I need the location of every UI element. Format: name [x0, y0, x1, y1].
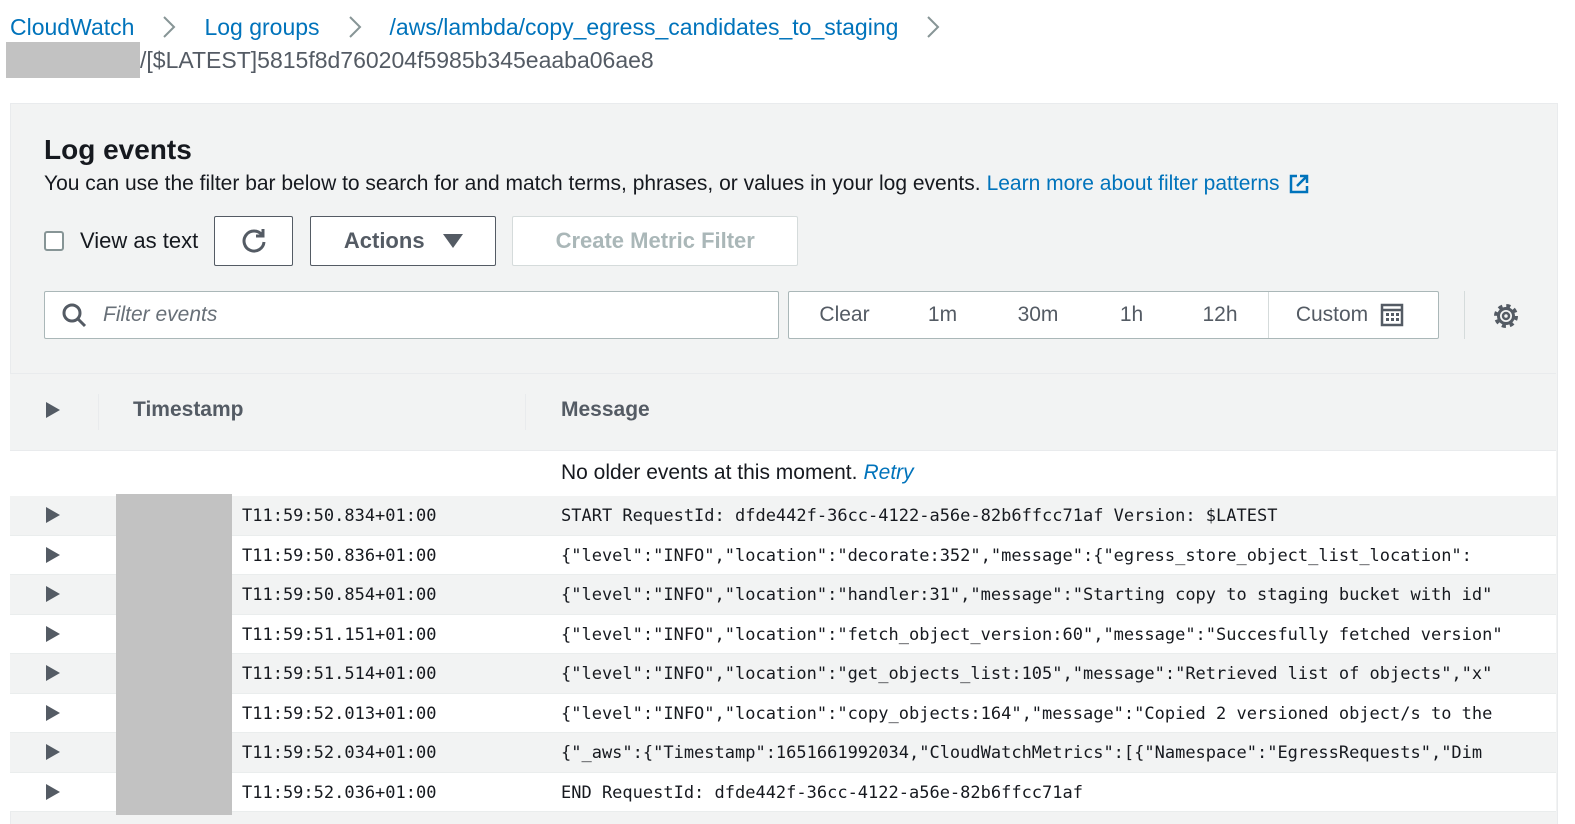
expand-row-icon[interactable]	[46, 665, 60, 681]
chevron-right-icon	[340, 12, 370, 42]
table-row[interactable]: T11:59:50.854+01:00 {"level":"INFO","loc…	[10, 575, 1556, 615]
row-message: {"level":"INFO","location":"fetch_object…	[561, 624, 1503, 645]
no-older-events-row: No older events at this moment. Retry	[10, 451, 1556, 496]
range-1m-button[interactable]: 1m	[900, 292, 985, 338]
expand-row-icon[interactable]	[46, 586, 60, 602]
range-clear-button[interactable]: Clear	[789, 292, 900, 338]
row-timestamp: T11:59:50.836+01:00	[242, 545, 437, 566]
row-message: START RequestId: dfde442f-36cc-4122-a56e…	[561, 506, 1278, 526]
row-timestamp: T11:59:50.854+01:00	[242, 585, 437, 605]
expand-row-icon[interactable]	[46, 625, 60, 642]
table-row[interactable]: T11:59:52.036+01:00 END RequestId: dfde4…	[10, 772, 1556, 812]
actions-button[interactable]: Actions	[310, 216, 497, 266]
table-row[interactable]: T11:59:50.834+01:00 START RequestId: dfd…	[10, 496, 1556, 536]
breadcrumb-log-group-link[interactable]: /aws/lambda/copy_egress_candidates_to_st…	[390, 14, 899, 41]
log-stream-name: /[$LATEST]5815f8d760204f5985b345eaaba06a…	[140, 46, 654, 73]
row-timestamp: T11:59:52.013+01:00	[242, 703, 437, 724]
time-range-selector: Clear 1m 30m 1h 12h Custom	[788, 291, 1439, 339]
row-message: {"level":"INFO","location":"get_objects_…	[561, 664, 1493, 684]
expand-row-icon[interactable]	[46, 507, 60, 523]
row-message: {"level":"INFO","location":"copy_objects…	[561, 703, 1493, 724]
expand-all-icon[interactable]	[46, 402, 60, 418]
table-row[interactable]: T11:59:50.836+01:00 {"level":"INFO","loc…	[10, 535, 1556, 575]
expand-row-icon[interactable]	[46, 783, 60, 800]
range-12h-button[interactable]: 12h	[1172, 292, 1268, 338]
expand-row-icon[interactable]	[46, 546, 60, 563]
row-message: END RequestId: dfde442f-36cc-4122-a56e-8…	[561, 782, 1083, 803]
custom-label: Custom	[1295, 303, 1369, 326]
row-timestamp: T11:59:52.034+01:00	[242, 743, 437, 763]
no-older-events-message: No older events at this moment. Retry	[561, 461, 914, 485]
table-header: Timestamp Message	[10, 373, 1556, 451]
refresh-button[interactable]	[214, 216, 294, 266]
breadcrumb: CloudWatch Log groups /aws/lambda/copy_e…	[10, 10, 968, 44]
filter-events-input[interactable]	[101, 302, 745, 328]
log-events-table: Timestamp Message No older events at thi…	[10, 373, 1556, 812]
panel-title: Log events	[44, 134, 192, 165]
chevron-right-icon	[154, 12, 184, 42]
row-message: {"level":"INFO","location":"decorate:352…	[561, 545, 1472, 566]
range-custom-button[interactable]: Custom	[1268, 292, 1431, 338]
range-30m-button[interactable]: 30m	[985, 292, 1091, 338]
calendar-icon	[1380, 303, 1404, 327]
table-row[interactable]: T11:59:52.013+01:00 {"level":"INFO","loc…	[10, 693, 1556, 733]
breadcrumb-log-stream: /[$LATEST]5815f8d760204f5985b345eaaba06a…	[6, 42, 654, 78]
column-divider	[525, 394, 526, 430]
row-timestamp: T11:59:51.514+01:00	[242, 664, 437, 684]
table-row[interactable]: T11:59:52.034+01:00 {"_aws":{"Timestamp"…	[10, 733, 1556, 773]
row-message: {"level":"INFO","location":"handler:31",…	[561, 585, 1493, 605]
retry-link[interactable]: Retry	[863, 461, 913, 484]
row-message: {"_aws":{"Timestamp":1651661992034,"Clou…	[561, 743, 1483, 763]
description-text: You can use the filter bar below to sear…	[44, 172, 981, 195]
toolbar-divider	[1464, 291, 1465, 339]
learn-more-label: Learn more about filter patterns	[986, 172, 1280, 195]
search-icon	[62, 303, 87, 328]
expand-row-icon[interactable]	[46, 744, 60, 760]
view-as-text-checkbox[interactable]	[44, 231, 64, 251]
create-metric-filter-button[interactable]: Create Metric Filter	[512, 216, 799, 266]
learn-more-link[interactable]: Learn more about filter patterns	[987, 172, 1310, 196]
row-timestamp: T11:59:50.834+01:00	[242, 506, 437, 526]
redacted-timestamp-dates	[116, 494, 232, 815]
redacted-block	[6, 42, 140, 78]
row-timestamp: T11:59:51.151+01:00	[242, 624, 437, 645]
timestamp-column-header[interactable]: Timestamp	[133, 398, 244, 422]
external-link-icon	[1289, 174, 1308, 194]
filter-bar	[44, 291, 779, 339]
refresh-icon	[242, 229, 266, 253]
expand-row-icon[interactable]	[46, 704, 60, 721]
range-1h-button[interactable]: 1h	[1091, 292, 1172, 338]
chevron-right-icon	[918, 12, 948, 42]
caret-down-icon	[442, 234, 463, 248]
column-divider	[98, 394, 99, 430]
no-older-text: No older events at this moment.	[561, 461, 858, 484]
table-row[interactable]: T11:59:51.514+01:00 {"level":"INFO","loc…	[10, 654, 1556, 694]
view-as-text-label: View as text	[80, 228, 199, 253]
toolbar: View as text Actions Create Metric Filte…	[44, 216, 799, 266]
table-row[interactable]: T11:59:51.151+01:00 {"level":"INFO","loc…	[10, 614, 1556, 654]
breadcrumb-cloudwatch-link[interactable]: CloudWatch	[10, 14, 134, 41]
breadcrumb-log-groups-link[interactable]: Log groups	[204, 14, 319, 41]
row-timestamp: T11:59:52.036+01:00	[242, 782, 437, 803]
message-column-header[interactable]: Message	[561, 398, 650, 422]
settings-gear-icon[interactable]	[1491, 301, 1521, 331]
panel-description: You can use the filter bar below to sear…	[44, 172, 1310, 196]
actions-label: Actions	[343, 228, 425, 253]
